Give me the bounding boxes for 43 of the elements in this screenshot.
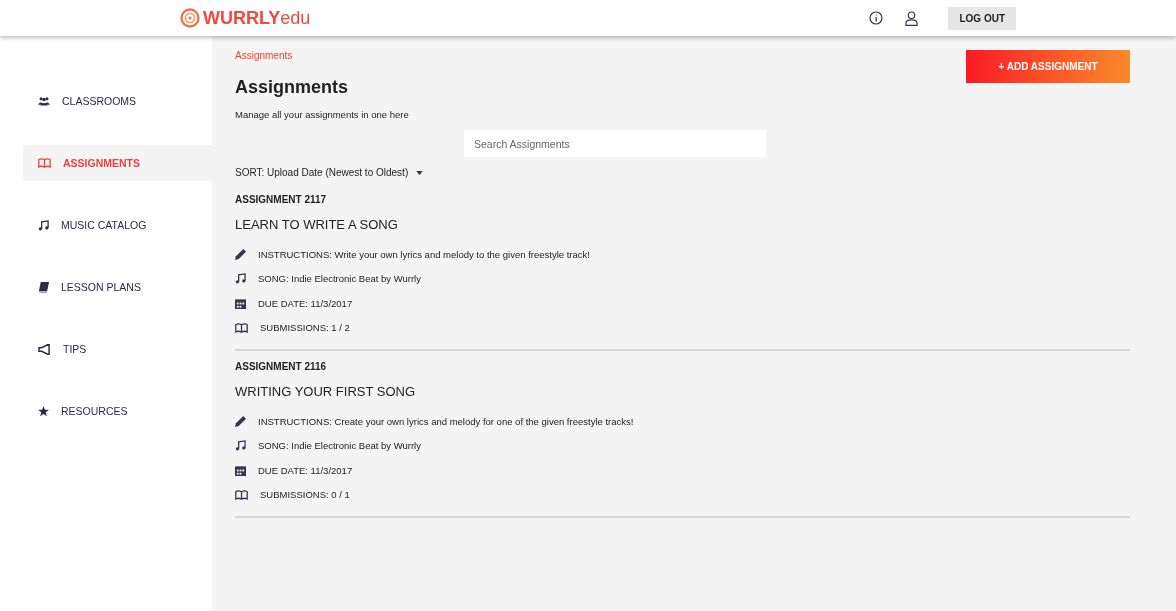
logo-text: WURRLYedu [203,7,311,29]
logo-icon [180,8,200,28]
group-icon [38,96,50,106]
sidebar-item[interactable]: LESSON PLANS [23,269,212,305]
assignment-title[interactable]: WRITING YOUR FIRST SONG [235,384,1130,399]
info-icon[interactable] [869,11,884,25]
assignment-detail: INSTRUCTIONS: Create your own lyrics and melody for one of the given freestyle tracks! [258,415,634,427]
page-title: Assignments [235,77,350,98]
assignment-number: ASSIGNMENT 2116 [235,361,328,372]
star-icon [38,405,49,417]
assignment-detail: SONG: Indie Electronic Beat by Wurrly [258,273,421,285]
sort-dropdown[interactable]: SORT: Upload Date (Newest to Oldest) [235,167,424,178]
page-subtitle: Manage all your assignments in one here [235,109,410,120]
search-field[interactable]: Search Assignments [464,130,766,157]
assignment-detail: SUBMISSIONS: 0 / 1 [260,489,350,501]
book-icon [38,281,49,293]
open-book-icon [235,489,248,500]
sidebar-item[interactable]: RESOURCES [23,393,212,429]
megaphone-icon [38,343,51,355]
assignment-detail: DUE DATE: 11/3/2017 [258,297,353,309]
pencil-icon [235,415,246,427]
assignment-detail: INSTRUCTIONS: Write your own lyrics and melody to the given freestyle track! [258,248,590,260]
assignment-detail: DUE DATE: 11/3/2017 [258,464,353,476]
sidebar-item[interactable]: MUSIC CATALOG [23,207,212,243]
calendar-icon [235,297,246,309]
music-note-icon [235,440,246,452]
open-book-icon [235,322,248,333]
calendar-icon [235,464,246,476]
sidebar-item[interactable]: CLASSROOMS [23,83,212,119]
caret-icon [416,170,424,175]
assignment-detail: SONG: Indie Electronic Beat by Wurrly [258,440,421,452]
music-note-icon [235,273,246,285]
pencil-icon [235,248,246,260]
assignment-number: ASSIGNMENT 2117 [235,194,328,205]
assignment-title[interactable]: LEARN TO WRITE A SONG [235,217,1130,232]
user-icon[interactable] [905,10,919,26]
add-assignment-button[interactable]: + ADD ASSIGNMENT [966,50,1130,83]
sidebar-item[interactable]: TIPS [23,331,212,367]
music-note-icon [38,219,49,231]
logout-button[interactable]: LOG OUT [948,6,1016,30]
assignment-detail: SUBMISSIONS: 1 / 2 [260,322,350,334]
open-book-icon [38,158,51,168]
breadcrumb-link[interactable]: Assignments [235,50,293,61]
